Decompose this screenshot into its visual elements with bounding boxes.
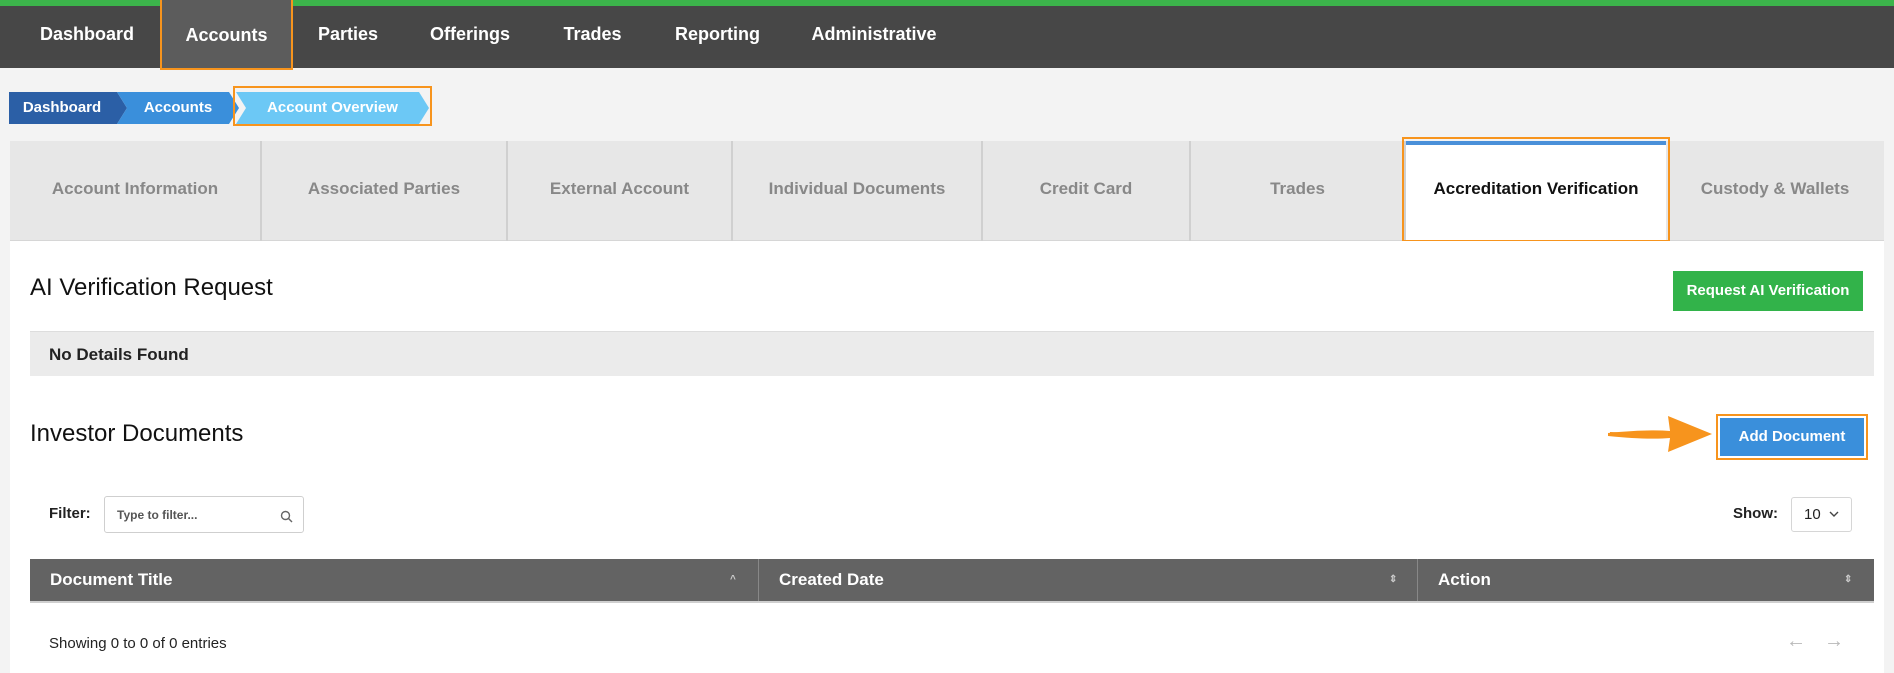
breadcrumb-dashboard-label: Dashboard <box>22 99 102 116</box>
table-info: Showing 0 to 0 of 0 entries <box>49 635 227 652</box>
documents-table-header: Document Title ^ Created Date ⇕ Action ⇕ <box>30 559 1874 603</box>
tab-credit-card[interactable]: Credit Card <box>983 141 1191 241</box>
column-created-date-label: Created Date <box>779 570 884 589</box>
nav-administrative[interactable]: Administrative <box>800 6 948 62</box>
content-panel <box>10 241 1884 673</box>
ai-verification-title: AI Verification Request <box>30 274 273 301</box>
investor-documents-title: Investor Documents <box>30 420 244 447</box>
breadcrumb-highlight <box>233 86 432 126</box>
add-document-button[interactable]: Add Document <box>1720 418 1864 456</box>
tab-account-information[interactable]: Account Information <box>10 141 262 241</box>
sort-both-icon: ⇕ <box>1389 574 1398 585</box>
nav-dashboard[interactable]: Dashboard <box>18 6 156 62</box>
prev-page-icon[interactable]: ← <box>1786 630 1806 653</box>
nav-trades[interactable]: Trades <box>545 6 640 62</box>
column-document-title[interactable]: Document Title ^ <box>30 559 758 601</box>
filter-label: Filter: <box>49 505 91 522</box>
breadcrumb-accounts[interactable]: Accounts <box>117 92 239 124</box>
column-document-title-label: Document Title <box>50 570 173 589</box>
sort-both-icon: ⇕ <box>1844 574 1853 585</box>
chevron-down-icon <box>1829 511 1839 517</box>
nav-parties[interactable]: Parties <box>300 6 396 62</box>
column-action-label: Action <box>1438 570 1491 589</box>
search-icon <box>280 510 293 523</box>
filter-input[interactable] <box>104 496 304 533</box>
request-ai-verification-button[interactable]: Request AI Verification <box>1673 271 1863 311</box>
page-size-select[interactable]: 10 <box>1791 497 1852 532</box>
breadcrumb-dashboard[interactable]: Dashboard <box>9 92 127 124</box>
no-details-message: No Details Found <box>30 331 1874 376</box>
column-action[interactable]: Action ⇕ <box>1418 559 1874 601</box>
nav-accounts[interactable]: Accounts <box>160 0 293 70</box>
page-size-value: 10 <box>1804 506 1821 523</box>
active-tab-highlight <box>1402 137 1670 242</box>
nav-reporting[interactable]: Reporting <box>660 6 775 62</box>
sort-asc-icon: ^ <box>730 574 736 585</box>
tab-individual-documents[interactable]: Individual Documents <box>733 141 983 241</box>
tab-external-account[interactable]: External Account <box>508 141 733 241</box>
arrow-pointer-icon <box>1608 416 1712 452</box>
next-page-icon[interactable]: → <box>1824 630 1844 653</box>
tab-custody-wallets[interactable]: Custody & Wallets <box>1666 141 1884 241</box>
tab-trades[interactable]: Trades <box>1191 141 1406 241</box>
breadcrumb-accounts-label: Accounts <box>143 99 213 116</box>
show-label: Show: <box>1733 505 1778 522</box>
tab-associated-parties[interactable]: Associated Parties <box>262 141 508 241</box>
nav-offerings[interactable]: Offerings <box>420 6 520 62</box>
column-created-date[interactable]: Created Date ⇕ <box>759 559 1417 601</box>
